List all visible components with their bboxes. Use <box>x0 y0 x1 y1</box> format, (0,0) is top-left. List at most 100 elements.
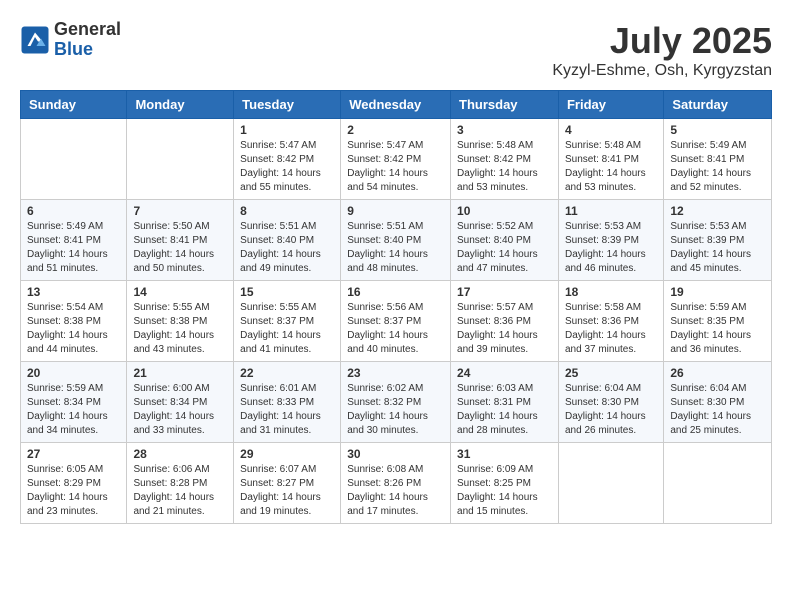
calendar-cell <box>558 443 663 524</box>
day-info: Sunrise: 5:59 AM Sunset: 8:34 PM Dayligh… <box>27 382 120 438</box>
calendar-cell: 19 Sunrise: 5:59 AM Sunset: 8:35 PM Dayli… <box>664 281 772 362</box>
day-info: Sunrise: 6:03 AM Sunset: 8:31 PM Dayligh… <box>457 382 552 438</box>
day-info: Sunrise: 6:02 AM Sunset: 8:32 PM Dayligh… <box>347 382 444 438</box>
calendar-cell <box>21 119 127 200</box>
day-number: 29 <box>240 447 334 461</box>
day-number: 16 <box>347 285 444 299</box>
day-info: Sunrise: 6:04 AM Sunset: 8:30 PM Dayligh… <box>565 382 657 438</box>
day-info: Sunrise: 6:00 AM Sunset: 8:34 PM Dayligh… <box>133 382 227 438</box>
calendar-header-row: SundayMondayTuesdayWednesdayThursdayFrid… <box>21 91 772 119</box>
calendar-cell: 9 Sunrise: 5:51 AM Sunset: 8:40 PM Daylig… <box>341 200 451 281</box>
logo-icon <box>20 25 50 55</box>
day-info: Sunrise: 6:09 AM Sunset: 8:25 PM Dayligh… <box>457 463 552 519</box>
day-info: Sunrise: 5:47 AM Sunset: 8:42 PM Dayligh… <box>347 139 444 195</box>
day-info: Sunrise: 5:54 AM Sunset: 8:38 PM Dayligh… <box>27 301 120 357</box>
day-header-thursday: Thursday <box>451 91 559 119</box>
calendar-cell: 6 Sunrise: 5:49 AM Sunset: 8:41 PM Daylig… <box>21 200 127 281</box>
day-header-wednesday: Wednesday <box>341 91 451 119</box>
calendar-cell: 30Sunrise: 6:08 AM Sunset: 8:26 PM Dayli… <box>341 443 451 524</box>
location-subtitle: Kyzyl-Eshme, Osh, Kyrgyzstan <box>552 62 772 80</box>
calendar-cell: 8Sunrise: 5:51 AM Sunset: 8:40 PM Daylig… <box>234 200 341 281</box>
calendar-cell: 1Sunrise: 5:47 AM Sunset: 8:42 PM Daylig… <box>234 119 341 200</box>
logo-general: General <box>54 20 121 40</box>
calendar-week-5: 27 Sunrise: 6:05 AM Sunset: 8:29 PM Dayli… <box>21 443 772 524</box>
day-info: Sunrise: 5:53 AM Sunset: 8:39 PM Dayligh… <box>670 220 765 276</box>
calendar-cell <box>127 119 234 200</box>
calendar-cell: 27 Sunrise: 6:05 AM Sunset: 8:29 PM Dayli… <box>21 443 127 524</box>
day-info: Sunrise: 5:57 AM Sunset: 8:36 PM Dayligh… <box>457 301 552 357</box>
logo-text: General Blue <box>54 20 121 60</box>
day-number: 22 <box>240 366 334 380</box>
calendar-cell: 7Sunrise: 5:50 AM Sunset: 8:41 PM Daylig… <box>127 200 234 281</box>
day-info: Sunrise: 5:50 AM Sunset: 8:41 PM Dayligh… <box>133 220 227 276</box>
logo-blue: Blue <box>54 40 121 60</box>
month-title: July 2025 <box>552 20 772 62</box>
calendar-body: 1Sunrise: 5:47 AM Sunset: 8:42 PM Daylig… <box>21 119 772 524</box>
calendar-cell: 25 Sunrise: 6:04 AM Sunset: 8:30 PM Dayli… <box>558 362 663 443</box>
calendar-cell: 21 Sunrise: 6:00 AM Sunset: 8:34 PM Dayli… <box>127 362 234 443</box>
day-info: Sunrise: 5:59 AM Sunset: 8:35 PM Dayligh… <box>670 301 765 357</box>
calendar-cell: 20 Sunrise: 5:59 AM Sunset: 8:34 PM Dayli… <box>21 362 127 443</box>
calendar-cell: 18 Sunrise: 5:58 AM Sunset: 8:36 PM Dayli… <box>558 281 663 362</box>
calendar-cell: 2 Sunrise: 5:47 AM Sunset: 8:42 PM Daylig… <box>341 119 451 200</box>
day-info: Sunrise: 5:48 AM Sunset: 8:41 PM Dayligh… <box>565 139 657 195</box>
day-info: Sunrise: 5:48 AM Sunset: 8:42 PM Dayligh… <box>457 139 552 195</box>
day-info: Sunrise: 6:06 AM Sunset: 8:28 PM Dayligh… <box>133 463 227 519</box>
day-info: Sunrise: 5:55 AM Sunset: 8:38 PM Dayligh… <box>133 301 227 357</box>
day-info: Sunrise: 5:53 AM Sunset: 8:39 PM Dayligh… <box>565 220 657 276</box>
calendar-cell: 13Sunrise: 5:54 AM Sunset: 8:38 PM Dayli… <box>21 281 127 362</box>
day-info: Sunrise: 5:47 AM Sunset: 8:42 PM Dayligh… <box>240 139 334 195</box>
day-number: 9 <box>347 204 444 218</box>
day-info: Sunrise: 6:07 AM Sunset: 8:27 PM Dayligh… <box>240 463 334 519</box>
day-number: 14 <box>133 285 227 299</box>
day-number: 4 <box>565 123 657 137</box>
calendar-cell: 31 Sunrise: 6:09 AM Sunset: 8:25 PM Dayli… <box>451 443 559 524</box>
day-number: 12 <box>670 204 765 218</box>
day-info: Sunrise: 5:49 AM Sunset: 8:41 PM Dayligh… <box>670 139 765 195</box>
day-number: 27 <box>27 447 120 461</box>
day-number: 11 <box>565 204 657 218</box>
day-number: 20 <box>27 366 120 380</box>
day-number: 21 <box>133 366 227 380</box>
day-header-friday: Friday <box>558 91 663 119</box>
title-section: July 2025 Kyzyl-Eshme, Osh, Kyrgyzstan <box>552 20 772 80</box>
day-number: 10 <box>457 204 552 218</box>
calendar-cell: 14 Sunrise: 5:55 AM Sunset: 8:38 PM Dayli… <box>127 281 234 362</box>
day-number: 6 <box>27 204 120 218</box>
day-info: Sunrise: 5:56 AM Sunset: 8:37 PM Dayligh… <box>347 301 444 357</box>
calendar-cell: 12 Sunrise: 5:53 AM Sunset: 8:39 PM Dayli… <box>664 200 772 281</box>
calendar-week-3: 13Sunrise: 5:54 AM Sunset: 8:38 PM Dayli… <box>21 281 772 362</box>
day-number: 26 <box>670 366 765 380</box>
calendar-cell: 26 Sunrise: 6:04 AM Sunset: 8:30 PM Dayli… <box>664 362 772 443</box>
day-info: Sunrise: 5:49 AM Sunset: 8:41 PM Dayligh… <box>27 220 120 276</box>
day-info: Sunrise: 6:04 AM Sunset: 8:30 PM Dayligh… <box>670 382 765 438</box>
day-info: Sunrise: 5:58 AM Sunset: 8:36 PM Dayligh… <box>565 301 657 357</box>
calendar-cell: 28Sunrise: 6:06 AM Sunset: 8:28 PM Dayli… <box>127 443 234 524</box>
calendar-cell: 29 Sunrise: 6:07 AM Sunset: 8:27 PM Dayli… <box>234 443 341 524</box>
calendar-week-2: 6 Sunrise: 5:49 AM Sunset: 8:41 PM Daylig… <box>21 200 772 281</box>
calendar-cell <box>664 443 772 524</box>
calendar-cell: 15 Sunrise: 5:55 AM Sunset: 8:37 PM Dayli… <box>234 281 341 362</box>
day-number: 8 <box>240 204 334 218</box>
day-number: 3 <box>457 123 552 137</box>
day-header-saturday: Saturday <box>664 91 772 119</box>
calendar-week-1: 1Sunrise: 5:47 AM Sunset: 8:42 PM Daylig… <box>21 119 772 200</box>
day-header-monday: Monday <box>127 91 234 119</box>
calendar-week-4: 20 Sunrise: 5:59 AM Sunset: 8:34 PM Dayli… <box>21 362 772 443</box>
calendar-cell: 22Sunrise: 6:01 AM Sunset: 8:33 PM Dayli… <box>234 362 341 443</box>
calendar-cell: 10 Sunrise: 5:52 AM Sunset: 8:40 PM Dayli… <box>451 200 559 281</box>
day-info: Sunrise: 5:51 AM Sunset: 8:40 PM Dayligh… <box>347 220 444 276</box>
day-number: 30 <box>347 447 444 461</box>
day-number: 19 <box>670 285 765 299</box>
calendar-cell: 17Sunrise: 5:57 AM Sunset: 8:36 PM Dayli… <box>451 281 559 362</box>
logo: General Blue <box>20 20 121 60</box>
day-number: 25 <box>565 366 657 380</box>
day-info: Sunrise: 5:52 AM Sunset: 8:40 PM Dayligh… <box>457 220 552 276</box>
calendar-cell: 5Sunrise: 5:49 AM Sunset: 8:41 PM Daylig… <box>664 119 772 200</box>
day-number: 15 <box>240 285 334 299</box>
day-info: Sunrise: 6:05 AM Sunset: 8:29 PM Dayligh… <box>27 463 120 519</box>
day-number: 18 <box>565 285 657 299</box>
day-info: Sunrise: 5:55 AM Sunset: 8:37 PM Dayligh… <box>240 301 334 357</box>
day-number: 31 <box>457 447 552 461</box>
day-number: 2 <box>347 123 444 137</box>
